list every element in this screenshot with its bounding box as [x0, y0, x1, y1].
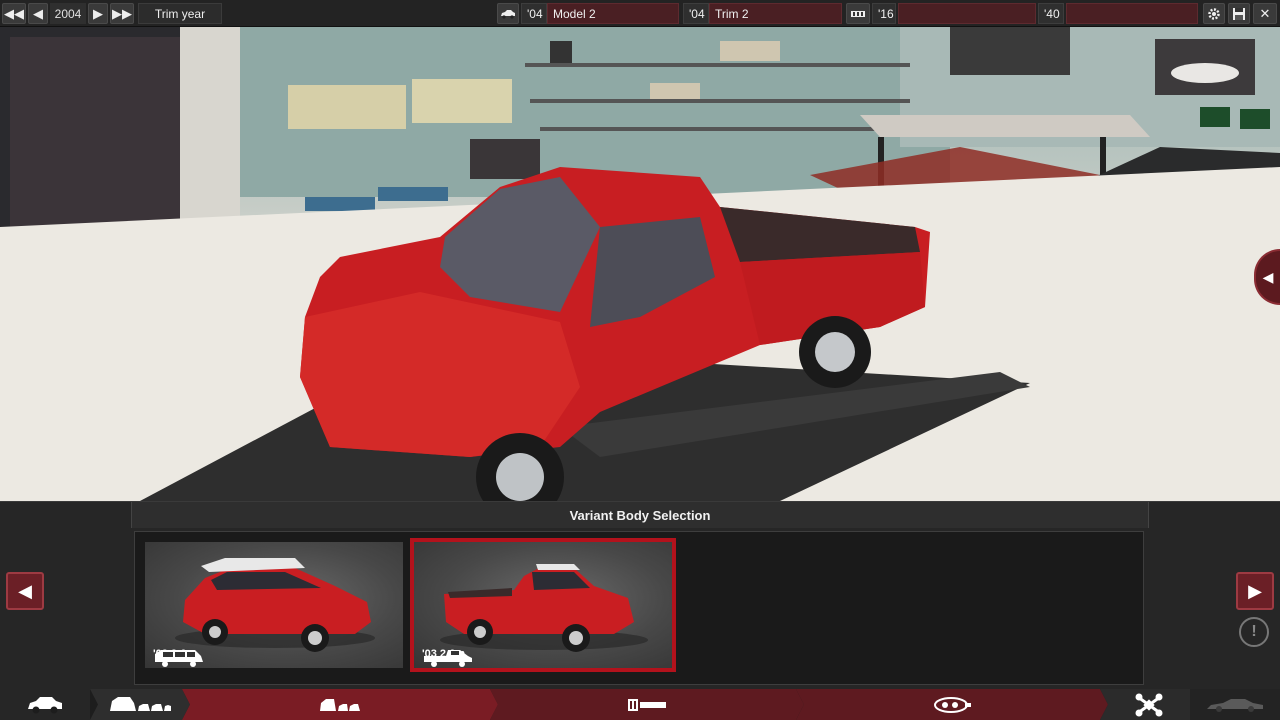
last-year-button[interactable]: ▶▶: [110, 3, 134, 24]
top-toolbar: ◀◀ ◀ 2004 ▶ ▶▶ Trim year '04 Model 2 '04…: [0, 0, 1280, 27]
prev-year-button[interactable]: ◀: [28, 3, 48, 24]
save-icon[interactable]: [1228, 3, 1250, 24]
engine-name-field[interactable]: [898, 3, 1036, 24]
suv-body-icon: [155, 650, 203, 667]
next-variant-button[interactable]: ▶: [1236, 572, 1274, 610]
bottom-nav: [0, 689, 1280, 720]
info-icon[interactable]: !: [1239, 617, 1269, 647]
pickup-body-icon: [424, 650, 472, 667]
nav-body-variants-icon[interactable]: [98, 689, 182, 720]
first-year-button[interactable]: ◀◀: [2, 3, 26, 24]
card-tag: '03 2.6m: [153, 648, 203, 667]
app-window: ◀◀ ◀ 2004 ▶ ▶▶ Trim year '04 Model 2 '04…: [0, 0, 1280, 720]
nav-parts-icon[interactable]: [1108, 689, 1190, 720]
close-button[interactable]: ✕: [1253, 3, 1277, 24]
variant-card-pickup[interactable]: '03 2.6m: [410, 538, 676, 672]
engine-variant-field[interactable]: [1066, 3, 1198, 24]
variant-card-list: '03 2.6m: [134, 531, 1144, 685]
variant-card-suv[interactable]: '03 2.6m: [145, 542, 403, 668]
engine-year-start-field: '16: [872, 3, 896, 24]
trim-year-field: '04: [683, 3, 709, 24]
variant-body-panel: Variant Body Selection ◀ ▶ ! '03 2.6m: [0, 501, 1280, 689]
model-name-field[interactable]: Model 2: [547, 3, 679, 24]
nav-car-icon[interactable]: [0, 689, 90, 720]
nav-chassis-icon[interactable]: [498, 689, 796, 720]
garage-scene-illustration: [0, 27, 1280, 501]
trim-name-field[interactable]: Trim 2: [709, 3, 842, 24]
card-tag: '03 2.6m: [422, 648, 472, 667]
engine-icon-button[interactable]: [846, 3, 870, 24]
prev-variant-button[interactable]: ◀: [6, 572, 44, 610]
panel-title: Variant Body Selection: [131, 502, 1149, 528]
gear-icon[interactable]: [1203, 3, 1225, 24]
nav-engine-icon[interactable]: [804, 689, 1100, 720]
garage-viewport[interactable]: ◀: [0, 27, 1280, 501]
nav-body-variants-tab[interactable]: [190, 689, 490, 720]
model-car-icon[interactable]: [497, 3, 519, 24]
trim-year-button[interactable]: Trim year: [138, 3, 222, 24]
engine-year-end-field: '40: [1038, 3, 1064, 24]
next-year-button[interactable]: ▶: [88, 3, 108, 24]
nav-car-silhouette-icon[interactable]: [1190, 689, 1280, 720]
model-year-display: 2004: [50, 3, 86, 24]
model-year-field: '04: [521, 3, 547, 24]
